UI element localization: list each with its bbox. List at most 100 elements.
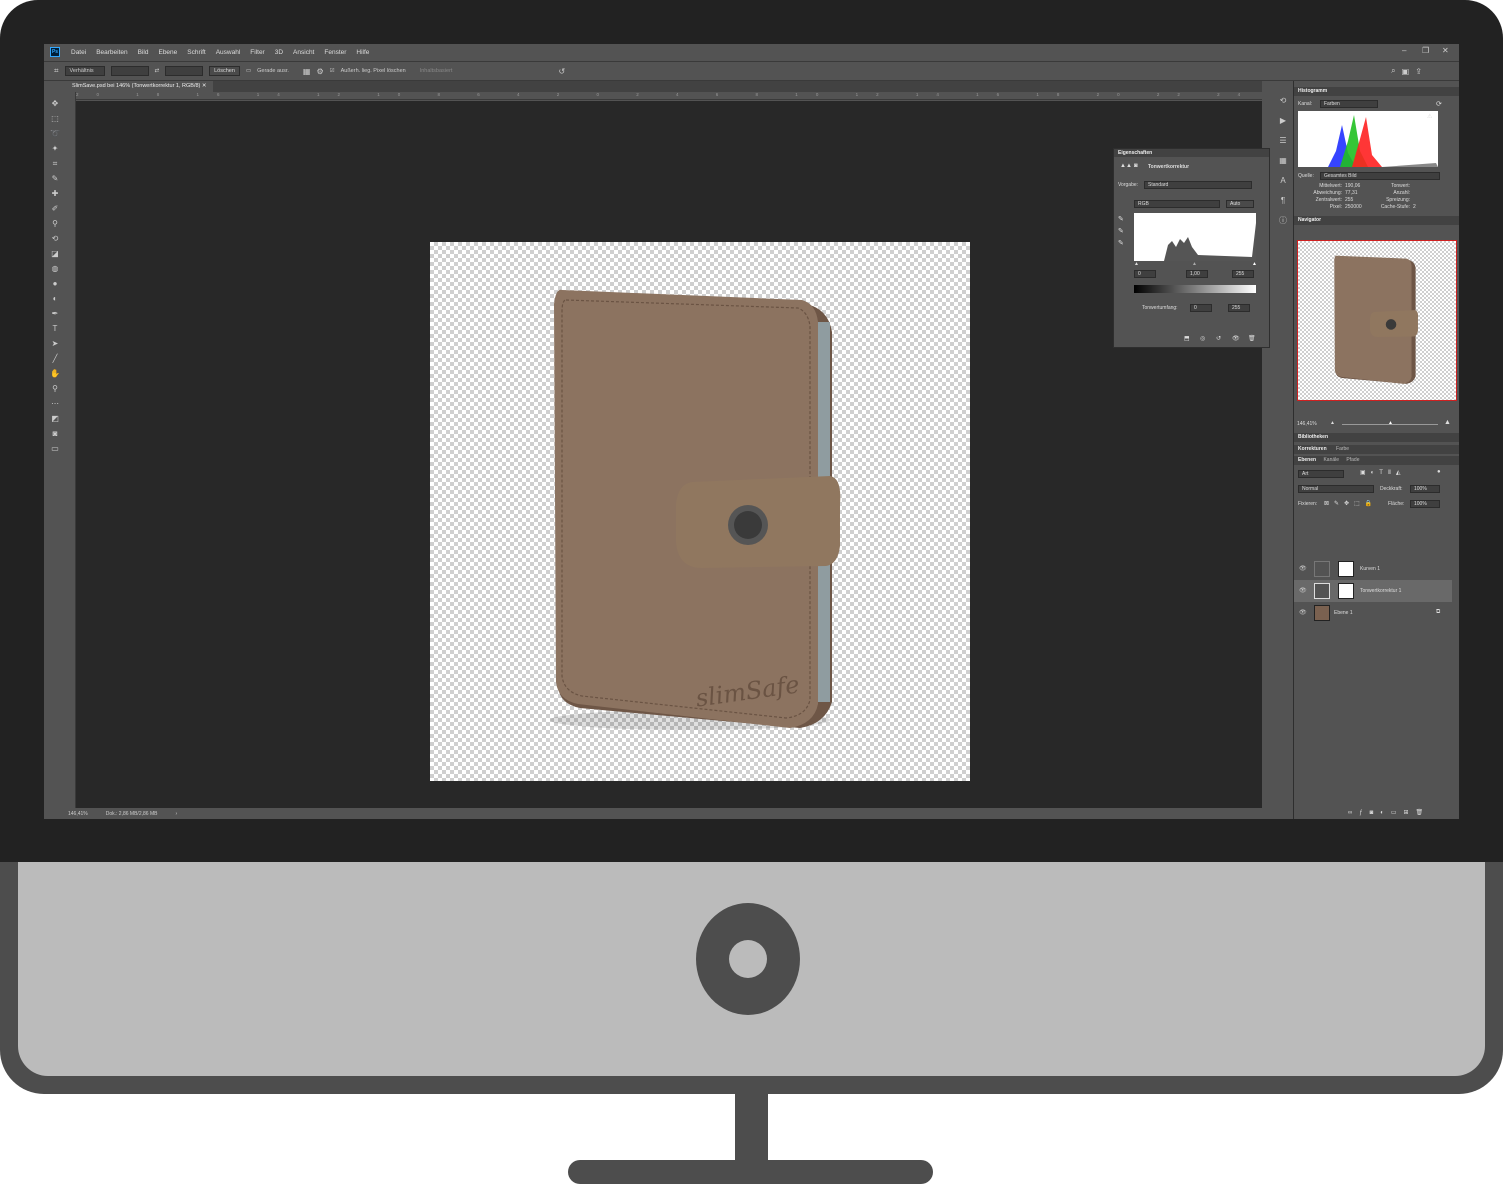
tab-channels[interactable]: Kanäle bbox=[1323, 457, 1339, 463]
reset-adjustment-icon[interactable]: ↺ bbox=[1216, 335, 1221, 342]
zoom-tool-icon[interactable]: ⚲ bbox=[48, 382, 62, 396]
black-point-eyedropper-icon[interactable]: ✎ bbox=[1118, 215, 1124, 223]
histogram-title[interactable]: Histogramm bbox=[1294, 87, 1459, 96]
marquee-tool-icon[interactable]: ⬚ bbox=[48, 112, 62, 126]
layer-row[interactable]: 👁 Ebene 1 ⧉ bbox=[1294, 602, 1452, 624]
canvas-area[interactable]: slimSafe bbox=[76, 101, 1262, 808]
dodge-tool-icon[interactable]: ◐ bbox=[48, 292, 62, 306]
gray-point-eyedropper-icon[interactable]: ✎ bbox=[1118, 227, 1124, 235]
menu-fenster[interactable]: Fenster bbox=[319, 49, 351, 56]
grid-overlay-icon[interactable]: ▦ bbox=[303, 67, 311, 76]
zoom-slider-thumb[interactable]: ▲ bbox=[1388, 420, 1393, 426]
status-arrow-icon[interactable]: › bbox=[175, 809, 177, 819]
input-black-slider-icon[interactable]: ▲ bbox=[1134, 261, 1139, 267]
opacity-field[interactable]: 100% bbox=[1410, 485, 1440, 493]
paint-bucket-icon[interactable]: ◍ bbox=[48, 262, 62, 276]
libraries-title[interactable]: Bibliotheken bbox=[1294, 433, 1459, 442]
menu-ebene[interactable]: Ebene bbox=[153, 49, 182, 56]
ratio-select[interactable]: Verhältnis bbox=[64, 66, 105, 76]
tab-color[interactable]: Farbe bbox=[1336, 446, 1349, 452]
workspace-icon[interactable]: ▣ bbox=[1402, 67, 1410, 76]
zoom-in-icon[interactable]: ▲ bbox=[1444, 419, 1451, 426]
visibility-icon[interactable]: 👁 bbox=[1232, 335, 1240, 342]
ratio-width-input[interactable] bbox=[110, 66, 149, 76]
brush-tool-icon[interactable]: ✐ bbox=[48, 202, 62, 216]
white-point-eyedropper-icon[interactable]: ✎ bbox=[1118, 239, 1124, 247]
auto-button[interactable]: Auto bbox=[1226, 200, 1254, 208]
layer-filter-icons[interactable]: ▣◐ТⅡ◭ bbox=[1360, 469, 1406, 476]
document-canvas[interactable]: slimSafe bbox=[430, 242, 970, 781]
input-black-field[interactable]: 0 bbox=[1134, 270, 1156, 278]
tab-paths[interactable]: Pfade bbox=[1346, 457, 1359, 463]
crop-tool-icon[interactable]: ⌗ bbox=[54, 66, 59, 76]
output-black-field[interactable]: 0 bbox=[1190, 304, 1212, 312]
straighten-label[interactable]: Gerade ausr. bbox=[257, 68, 289, 74]
mask-icon[interactable]: ◙ bbox=[1134, 163, 1138, 169]
eraser-tool-icon[interactable]: ◪ bbox=[48, 247, 62, 261]
clear-button[interactable]: Löschen bbox=[209, 66, 240, 76]
swap-icon[interactable]: ⇄ bbox=[155, 68, 160, 74]
input-white-slider-icon[interactable]: ▲ bbox=[1252, 261, 1257, 267]
output-white-field[interactable]: 255 bbox=[1228, 304, 1250, 312]
refresh-icon[interactable]: ⟳ bbox=[1436, 100, 1442, 108]
line-tool-icon[interactable]: ╱ bbox=[48, 352, 62, 366]
input-white-field[interactable]: 255 bbox=[1232, 270, 1254, 278]
clip-to-layer-icon[interactable]: ⬒ bbox=[1184, 335, 1190, 342]
menu-ansicht[interactable]: Ansicht bbox=[288, 49, 319, 56]
delete-pixels-checkbox[interactable]: ☑ bbox=[330, 68, 335, 74]
content-aware-label[interactable]: Inhaltsbasiert bbox=[420, 68, 453, 74]
zoom-level[interactable]: 146,41% bbox=[68, 809, 88, 819]
search-icon[interactable]: ⌕ bbox=[1391, 66, 1395, 76]
view-previous-icon[interactable]: ◎ bbox=[1200, 335, 1205, 342]
move-tool-icon[interactable]: ✥ bbox=[48, 97, 62, 111]
actions-play-icon[interactable]: ▶ bbox=[1276, 114, 1290, 128]
minimize-icon[interactable]: – bbox=[1402, 46, 1406, 55]
menu-hilfe[interactable]: Hilfe bbox=[351, 49, 374, 56]
layer-row[interactable]: 👁 Kurven 1 bbox=[1294, 558, 1452, 580]
eye-icon[interactable]: 👁 bbox=[1299, 587, 1307, 594]
menu-3d[interactable]: 3D bbox=[270, 49, 288, 56]
preset-select[interactable]: Standard bbox=[1144, 181, 1252, 189]
fill-field[interactable]: 100% bbox=[1410, 500, 1440, 508]
eye-icon[interactable]: 👁 bbox=[1299, 609, 1307, 616]
layer-name[interactable]: Ebene 1 bbox=[1334, 610, 1353, 616]
trash-icon[interactable]: 🗑 bbox=[1248, 335, 1256, 342]
layer-filter-select[interactable]: Art bbox=[1298, 470, 1344, 478]
blend-mode-select[interactable]: Normal bbox=[1298, 485, 1374, 493]
menu-schrift[interactable]: Schrift bbox=[182, 49, 210, 56]
layer-mask-thumb[interactable] bbox=[1338, 561, 1354, 577]
history-icon[interactable]: ⟲ bbox=[1276, 94, 1290, 108]
share-icon[interactable]: ⇪ bbox=[1415, 67, 1422, 76]
pen-tool-icon[interactable]: ✒ bbox=[48, 307, 62, 321]
restore-icon[interactable]: ❐ bbox=[1422, 46, 1429, 55]
histogram-channel-select[interactable]: Farben bbox=[1320, 100, 1378, 108]
document-tab[interactable]: SlimSave.psd bei 146% (Tonwertkorrektur … bbox=[66, 81, 213, 92]
blur-tool-icon[interactable]: ● bbox=[48, 277, 62, 291]
layer-name[interactable]: Kurven 1 bbox=[1360, 566, 1380, 572]
warning-icon[interactable]: ⚠ bbox=[1427, 113, 1432, 120]
filter-toggle-icon[interactable]: ● bbox=[1437, 469, 1441, 475]
tab-close-icon[interactable]: ✕ bbox=[202, 83, 207, 89]
menu-datei[interactable]: Datei bbox=[66, 49, 91, 56]
close-icon[interactable]: ✕ bbox=[1442, 46, 1449, 55]
menu-bild[interactable]: Bild bbox=[133, 49, 154, 56]
history-brush-icon[interactable]: ⟲ bbox=[48, 232, 62, 246]
channel-select[interactable]: RGB bbox=[1134, 200, 1220, 208]
lock-icons[interactable]: ⊠✎✥⬚🔒 bbox=[1324, 500, 1377, 507]
input-gamma-field[interactable]: 1,00 bbox=[1186, 270, 1208, 278]
eyedropper-tool-icon[interactable]: ✎ bbox=[48, 172, 62, 186]
layer-row-selected[interactable]: 👁 Tonwertkorrektur 1 bbox=[1294, 580, 1452, 602]
more-tools-icon[interactable]: ⋯ bbox=[48, 397, 62, 411]
eye-icon[interactable]: 👁 bbox=[1299, 565, 1307, 572]
tab-layers[interactable]: Ebenen bbox=[1298, 457, 1316, 463]
histogram-source-select[interactable]: Gesamtes Bild bbox=[1320, 172, 1440, 180]
magic-wand-tool-icon[interactable]: ✦ bbox=[48, 142, 62, 156]
hand-tool-icon[interactable]: ✋ bbox=[48, 367, 62, 381]
straighten-icon[interactable]: ▭ bbox=[246, 68, 251, 74]
layer-action-icons[interactable]: ∞ƒ◙◐▭⊞🗑 bbox=[1348, 809, 1430, 816]
lasso-tool-icon[interactable]: ➰ bbox=[48, 127, 62, 141]
color-swatches-icon[interactable]: ◩ bbox=[48, 412, 62, 426]
tab-corrections[interactable]: Korrekturen bbox=[1298, 446, 1327, 452]
navigator-zoom[interactable]: 146,41% bbox=[1297, 421, 1317, 427]
quick-mask-icon[interactable]: ◙ bbox=[48, 427, 62, 441]
